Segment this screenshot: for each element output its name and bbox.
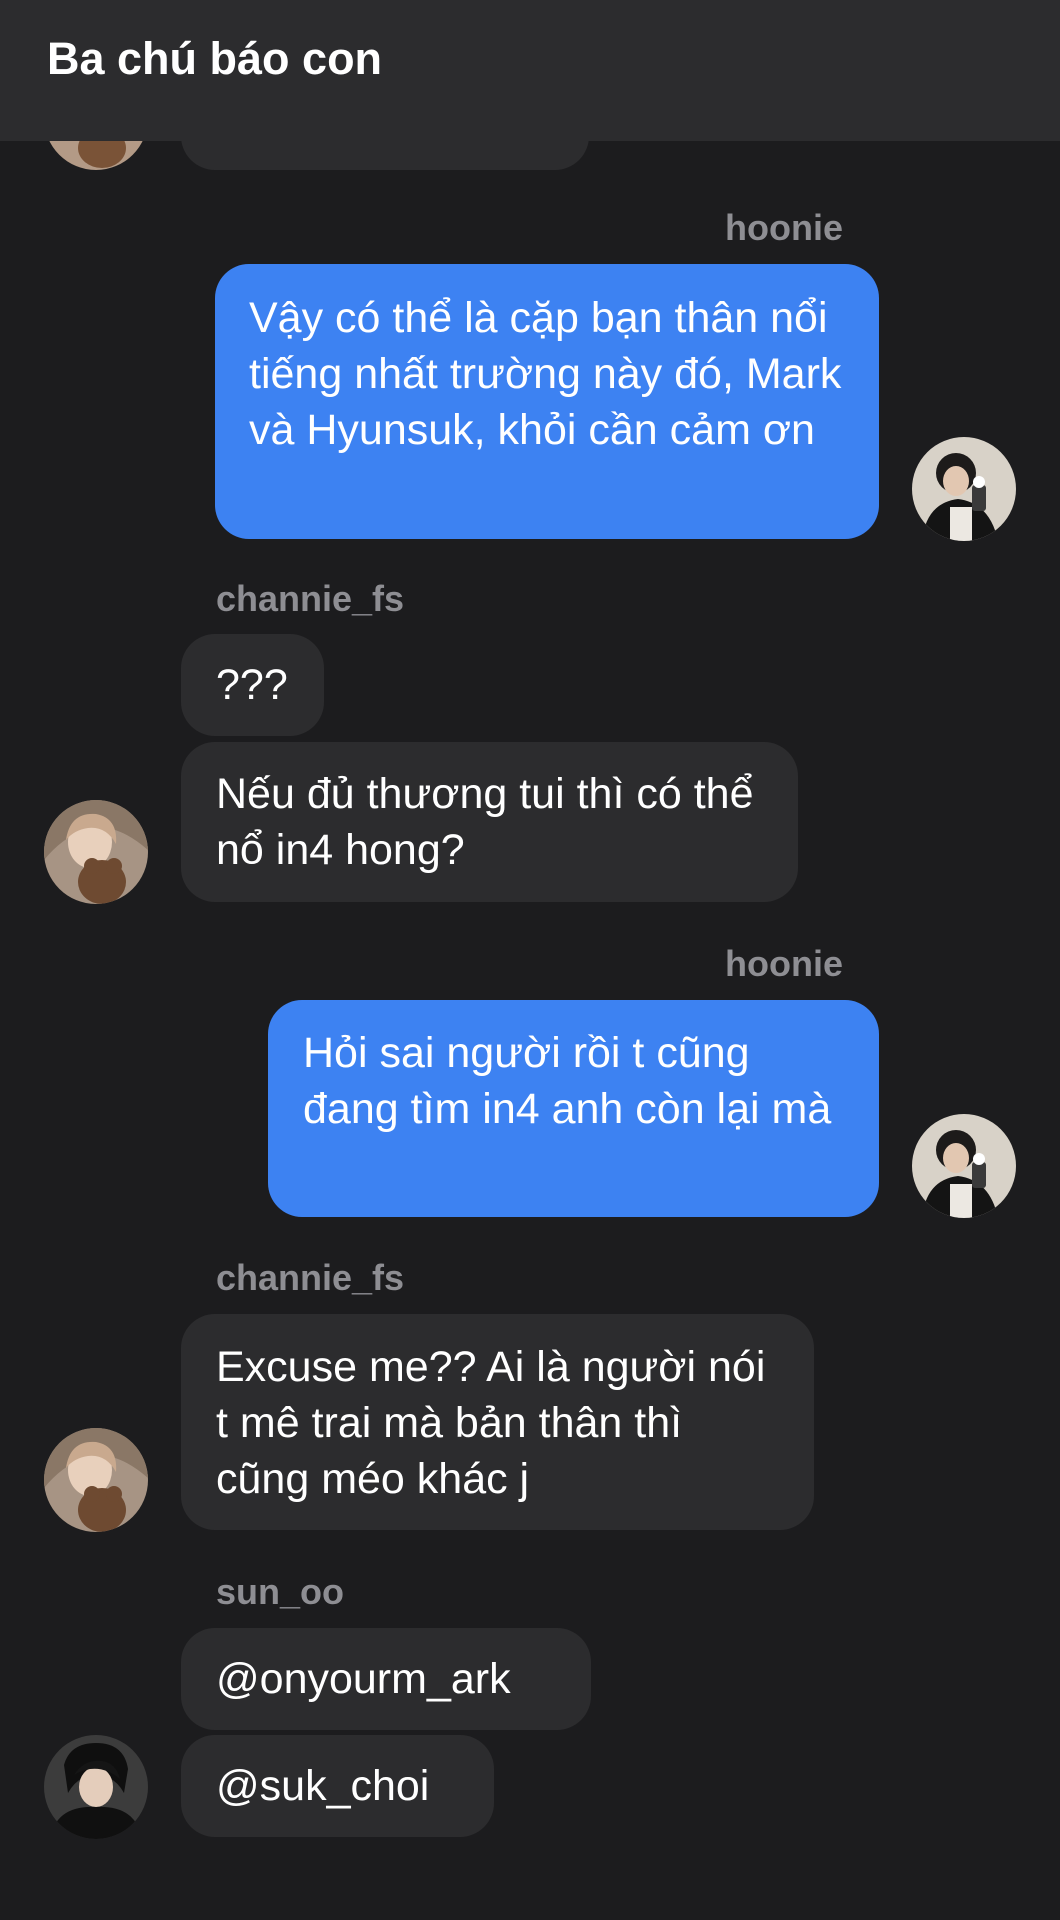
- message-bubble[interactable]: @onyourm_ark: [181, 1628, 591, 1730]
- message-bubble[interactable]: ???: [181, 634, 324, 736]
- message-bubble[interactable]: Vậy có thể là cặp bạn thân nổi tiếng nhấ…: [215, 264, 879, 539]
- sender-name: hoonie: [725, 207, 843, 248]
- message-text: Nếu đủ thương tui thì có thể nổ in4 hong…: [216, 770, 754, 874]
- message-text: @suk_choi: [216, 1762, 430, 1810]
- avatar-hoonie[interactable]: [912, 437, 1016, 541]
- chat-title: Ba chú báo con: [47, 33, 383, 84]
- sender-name: sun_oo: [216, 1571, 345, 1612]
- message-bubble[interactable]: Nếu đủ thương tui thì có thể nổ in4 hong…: [181, 742, 798, 902]
- sender-name: channie_fs: [216, 1257, 405, 1298]
- message-bubble[interactable]: Hỏi sai người rồi t cũng đang tìm in4 an…: [268, 1000, 879, 1217]
- avatar-channie-fs[interactable]: [44, 1428, 148, 1532]
- message-text: Excuse me?? Ai là người nói t mê trai mà…: [216, 1343, 766, 1503]
- message-text: @onyourm_ark: [216, 1655, 511, 1703]
- sender-name: hoonie: [725, 943, 843, 984]
- message-bubble[interactable]: @suk_choi: [181, 1735, 494, 1837]
- message-text: ???: [216, 661, 288, 709]
- avatar-channie-fs[interactable]: [44, 800, 148, 904]
- message-text: Vậy có thể là cặp bạn thân nổi tiếng nhấ…: [249, 294, 842, 454]
- sender-name: channie_fs: [216, 578, 405, 619]
- message-text: Hỏi sai người rồi t cũng đang tìm in4 an…: [303, 1029, 832, 1133]
- message-bubble[interactable]: Excuse me?? Ai là người nói t mê trai mà…: [181, 1314, 814, 1530]
- avatar-sun-oo[interactable]: [44, 1735, 148, 1839]
- chat-header: Ba chú báo con: [0, 0, 1060, 141]
- avatar-hoonie[interactable]: [912, 1114, 1016, 1218]
